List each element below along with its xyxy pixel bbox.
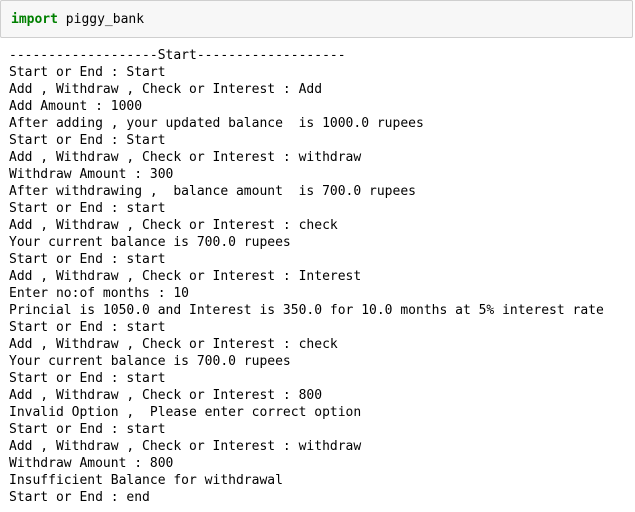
code-input-cell[interactable]: import piggy_bank bbox=[0, 0, 633, 38]
output-line: After withdrawing , balance amount is 70… bbox=[9, 184, 416, 199]
output-line: Add Amount : 1000 bbox=[9, 99, 143, 114]
output-line: Withdraw Amount : 300 bbox=[9, 167, 174, 182]
output-line: Start or End : Start bbox=[9, 65, 166, 80]
output-line: Start or End : start bbox=[9, 320, 166, 335]
output-line: Add , Withdraw , Check or Interest : wit… bbox=[9, 439, 362, 454]
output-line: Add , Withdraw , Check or Interest : 800 bbox=[9, 388, 323, 403]
output-line: Add , Withdraw , Check or Interest : Add bbox=[9, 82, 323, 97]
output-line: Start or End : start bbox=[9, 422, 166, 437]
output-line: Start or End : end bbox=[9, 490, 150, 505]
output-line: Add , Withdraw , Check or Interest : Int… bbox=[9, 269, 362, 284]
import-keyword: import bbox=[11, 12, 58, 27]
output-line: Add , Withdraw , Check or Interest : wit… bbox=[9, 150, 362, 165]
output-line: After adding , your updated balance is 1… bbox=[9, 116, 424, 131]
module-name: piggy_bank bbox=[65, 12, 145, 27]
output-line: Add , Withdraw , Check or Interest : che… bbox=[9, 337, 338, 352]
output-line: Invalid Option , Please enter correct op… bbox=[9, 405, 362, 420]
output-line: Your current balance is 700.0 rupees bbox=[9, 235, 291, 250]
output-line: Your current balance is 700.0 rupees bbox=[9, 354, 291, 369]
code-line[interactable]: import piggy_bank bbox=[11, 11, 144, 28]
output-separator-line: -------------------Start----------------… bbox=[9, 48, 346, 63]
output-line: Withdraw Amount : 800 bbox=[9, 456, 174, 471]
output-line: Enter no:of months : 10 bbox=[9, 286, 190, 301]
output-line: Princial is 1050.0 and Interest is 350.0… bbox=[9, 303, 604, 318]
output-line: Insufficient Balance for withdrawal bbox=[9, 473, 283, 488]
cell-output: -------------------Start----------------… bbox=[9, 47, 629, 506]
output-line: Start or End : start bbox=[9, 371, 166, 386]
output-line: Add , Withdraw , Check or Interest : che… bbox=[9, 218, 338, 233]
output-line: Start or End : start bbox=[9, 252, 166, 267]
output-line: Start or End : start bbox=[9, 201, 166, 216]
output-line: Start or End : Start bbox=[9, 133, 166, 148]
